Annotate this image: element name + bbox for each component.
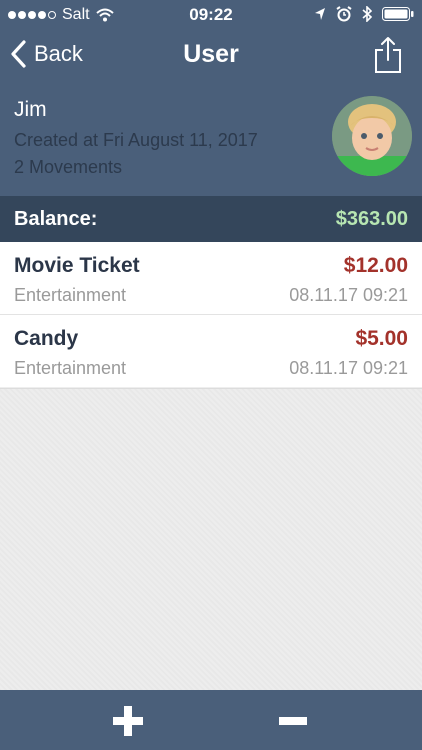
- movement-amount: $5.00: [355, 327, 408, 350]
- user-created: Created at Fri August 11, 2017: [14, 130, 258, 150]
- status-right: [314, 6, 414, 22]
- movement-title: Candy: [14, 327, 79, 350]
- user-name: Jim: [14, 98, 47, 121]
- list-item[interactable]: Movie Ticket $12.00 Entertainment 08.11.…: [0, 242, 422, 314]
- status-bar: Salt 09:22: [0, 0, 422, 30]
- movement-category: Entertainment: [14, 285, 127, 305]
- page-title: User: [183, 40, 239, 68]
- user-info: Jim Created at Fri August 11, 2017 2 Mov…: [14, 98, 258, 178]
- bluetooth-icon: [362, 6, 372, 22]
- location-icon: [315, 8, 325, 20]
- plus-icon: [113, 706, 143, 736]
- share-icon: [375, 37, 401, 73]
- movements-list: Movie Ticket $12.00 Entertainment 08.11.…: [0, 242, 422, 387]
- movement-category: Entertainment: [14, 358, 127, 378]
- avatar[interactable]: [332, 96, 412, 176]
- minus-icon: [279, 717, 307, 725]
- movement-date: 08.11.17 09:21: [289, 358, 408, 378]
- balance-value: $363.00: [335, 208, 408, 230]
- balance-bar: Balance: $363.00: [0, 196, 422, 242]
- list-item[interactable]: Candy $5.00 Entertainment 08.11.17 09:21: [0, 314, 422, 387]
- user-movements-count: 2 Movements: [14, 157, 123, 177]
- share-button[interactable]: [374, 36, 402, 79]
- alarm-icon: [336, 6, 352, 22]
- movement-date: 08.11.17 09:21: [289, 285, 408, 305]
- empty-list-area: [0, 388, 422, 691]
- add-movement-button[interactable]: [112, 705, 144, 742]
- balance-label: Balance:: [14, 208, 98, 230]
- movement-title: Movie Ticket: [14, 254, 140, 277]
- battery-icon: [382, 7, 414, 21]
- movement-amount: $12.00: [343, 254, 408, 277]
- header-area: Salt 09:22 Back User Jim Created at Fri …: [0, 0, 422, 196]
- navigation-bar: Back User: [0, 30, 422, 86]
- bottom-toolbar: [0, 690, 422, 750]
- remove-movement-button[interactable]: [278, 705, 308, 742]
- avatar-image: [332, 96, 412, 176]
